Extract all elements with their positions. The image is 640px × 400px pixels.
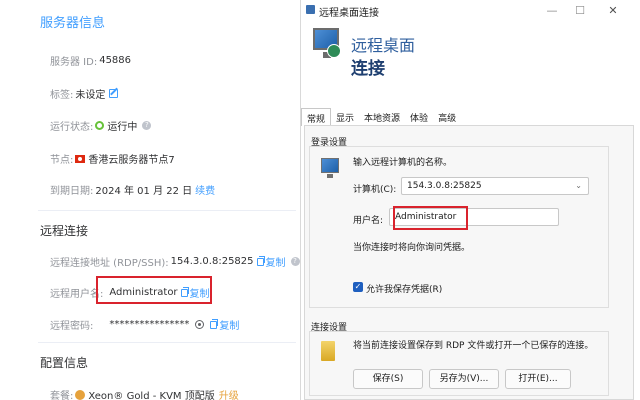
hero-title-line2: 连接: [351, 59, 385, 79]
credential-hint: 当你连接时将向你询问凭据。: [353, 243, 471, 253]
tag-row: 标签: 未设定: [50, 86, 119, 101]
remote-address-row: 远程连接地址 (RDP/SSH): 154.3.0.8:25825 复制 ?: [50, 254, 300, 269]
tab-display[interactable]: 显示: [331, 108, 360, 126]
help-icon[interactable]: ?: [142, 121, 152, 130]
renew-link[interactable]: 续费: [195, 182, 215, 197]
edit-icon[interactable]: [109, 89, 119, 98]
section-title-config: 配置信息: [40, 356, 89, 370]
remote-address-label: 远程连接地址 (RDP/SSH):: [50, 258, 169, 269]
rdp-window: 远程桌面连接 — ☐ ✕ 远程桌面 连接 常规 显示 本地资源 体验 高级 登录…: [300, 0, 640, 400]
cpu-icon: [75, 389, 86, 400]
node-label: 节点:: [50, 155, 74, 166]
title-bar[interactable]: 远程桌面连接 — ☐ ✕: [301, 0, 640, 22]
status-label: 运行状态:: [50, 122, 94, 133]
computer-label: 计算机(C):: [353, 185, 397, 195]
open-button[interactable]: 打开(E)...: [505, 369, 571, 389]
connection-badge-icon: [327, 44, 341, 58]
folder-icon: [321, 341, 335, 361]
expiry-label: 到期日期:: [50, 186, 94, 197]
hero-title-line1: 远程桌面: [351, 36, 416, 55]
eye-icon[interactable]: [195, 320, 205, 329]
save-credentials-checkbox[interactable]: ✓: [353, 282, 363, 292]
section-title-remote: 远程连接: [40, 224, 89, 238]
copy-password-label: 复制: [219, 321, 240, 332]
server-info-panel: 服务器信息 服务器 ID: 45886 标签: 未设定 运行状态: 运行中 ? …: [0, 0, 300, 400]
remote-password-row: 远程密码: **************** 复制: [50, 317, 239, 332]
section-title-server-info: 服务器信息: [40, 16, 106, 31]
copy-icon: [256, 255, 265, 266]
status-running-icon: [95, 121, 105, 130]
rdp-app-icon: [306, 5, 315, 14]
divider: [38, 210, 296, 211]
status-value: 运行中: [107, 122, 138, 133]
divider: [38, 342, 296, 343]
node-value: 香港云服务器节点7: [88, 155, 175, 166]
expiry-value: 2024 年 01 月 22 日: [95, 186, 193, 197]
chevron-down-icon[interactable]: ⌄: [575, 181, 582, 190]
login-prompt: 输入远程计算机的名称。: [353, 158, 453, 168]
cpu-row: 套餐: Xeon® Gold - KVM 顶配版 升级: [50, 387, 239, 400]
remote-password-value: ****************: [109, 319, 190, 330]
highlight-box: [96, 276, 212, 304]
upgrade-link[interactable]: 升级: [219, 387, 239, 400]
copy-password-button[interactable]: 复制: [210, 317, 239, 332]
close-button[interactable]: ✕: [604, 2, 622, 20]
server-id-label: 服务器 ID:: [50, 57, 98, 68]
tab-general[interactable]: 常规: [301, 108, 332, 126]
status-row: 运行状态: 运行中 ?: [50, 118, 152, 133]
tab-bar: 常规 显示 本地资源 体验 高级: [301, 108, 462, 126]
computer-icon: [321, 158, 339, 178]
copy-address-label: 复制: [265, 258, 286, 269]
node-row: 节点: 香港云服务器节点7: [50, 151, 175, 166]
computer-input[interactable]: 154.3.0.8:25825 ⌄: [401, 177, 589, 195]
save-as-button[interactable]: 另存为(V)...: [429, 369, 499, 389]
copy-address-button[interactable]: 复制: [256, 254, 286, 269]
copy-icon: [210, 318, 219, 329]
remote-address-value: 154.3.0.8:25825: [170, 256, 254, 267]
minimize-button[interactable]: —: [543, 2, 561, 20]
tag-label: 标签:: [50, 90, 74, 101]
save-button[interactable]: 保存(S): [353, 369, 423, 389]
tab-advanced[interactable]: 高级: [433, 108, 462, 126]
cpu-value: Xeon® Gold - KVM 顶配版: [88, 391, 215, 400]
tab-experience[interactable]: 体验: [405, 108, 434, 126]
window-title: 远程桌面连接: [319, 8, 379, 19]
tag-value: 未设定: [75, 90, 106, 101]
username-label: 用户名:: [353, 216, 384, 226]
server-id-row: 服务器 ID: 45886: [50, 53, 131, 68]
computer-input-value: 154.3.0.8:25825: [407, 181, 482, 191]
tab-local-resources[interactable]: 本地资源: [359, 108, 406, 126]
highlight-box: [393, 206, 468, 230]
connection-description: 将当前连接设置保存到 RDP 文件或打开一个已保存的连接。: [353, 341, 594, 351]
help-icon[interactable]: ?: [290, 257, 300, 266]
save-credentials-label[interactable]: 允许我保存凭据(R): [366, 282, 442, 295]
maximize-button[interactable]: ☐: [571, 2, 589, 20]
remote-password-label: 远程密码:: [50, 321, 94, 332]
expiry-row: 到期日期: 2024 年 01 月 22 日 续费: [50, 182, 215, 197]
cpu-label: 套餐:: [50, 391, 74, 400]
server-id-value: 45886: [99, 55, 132, 66]
hk-flag-icon: [75, 154, 86, 163]
